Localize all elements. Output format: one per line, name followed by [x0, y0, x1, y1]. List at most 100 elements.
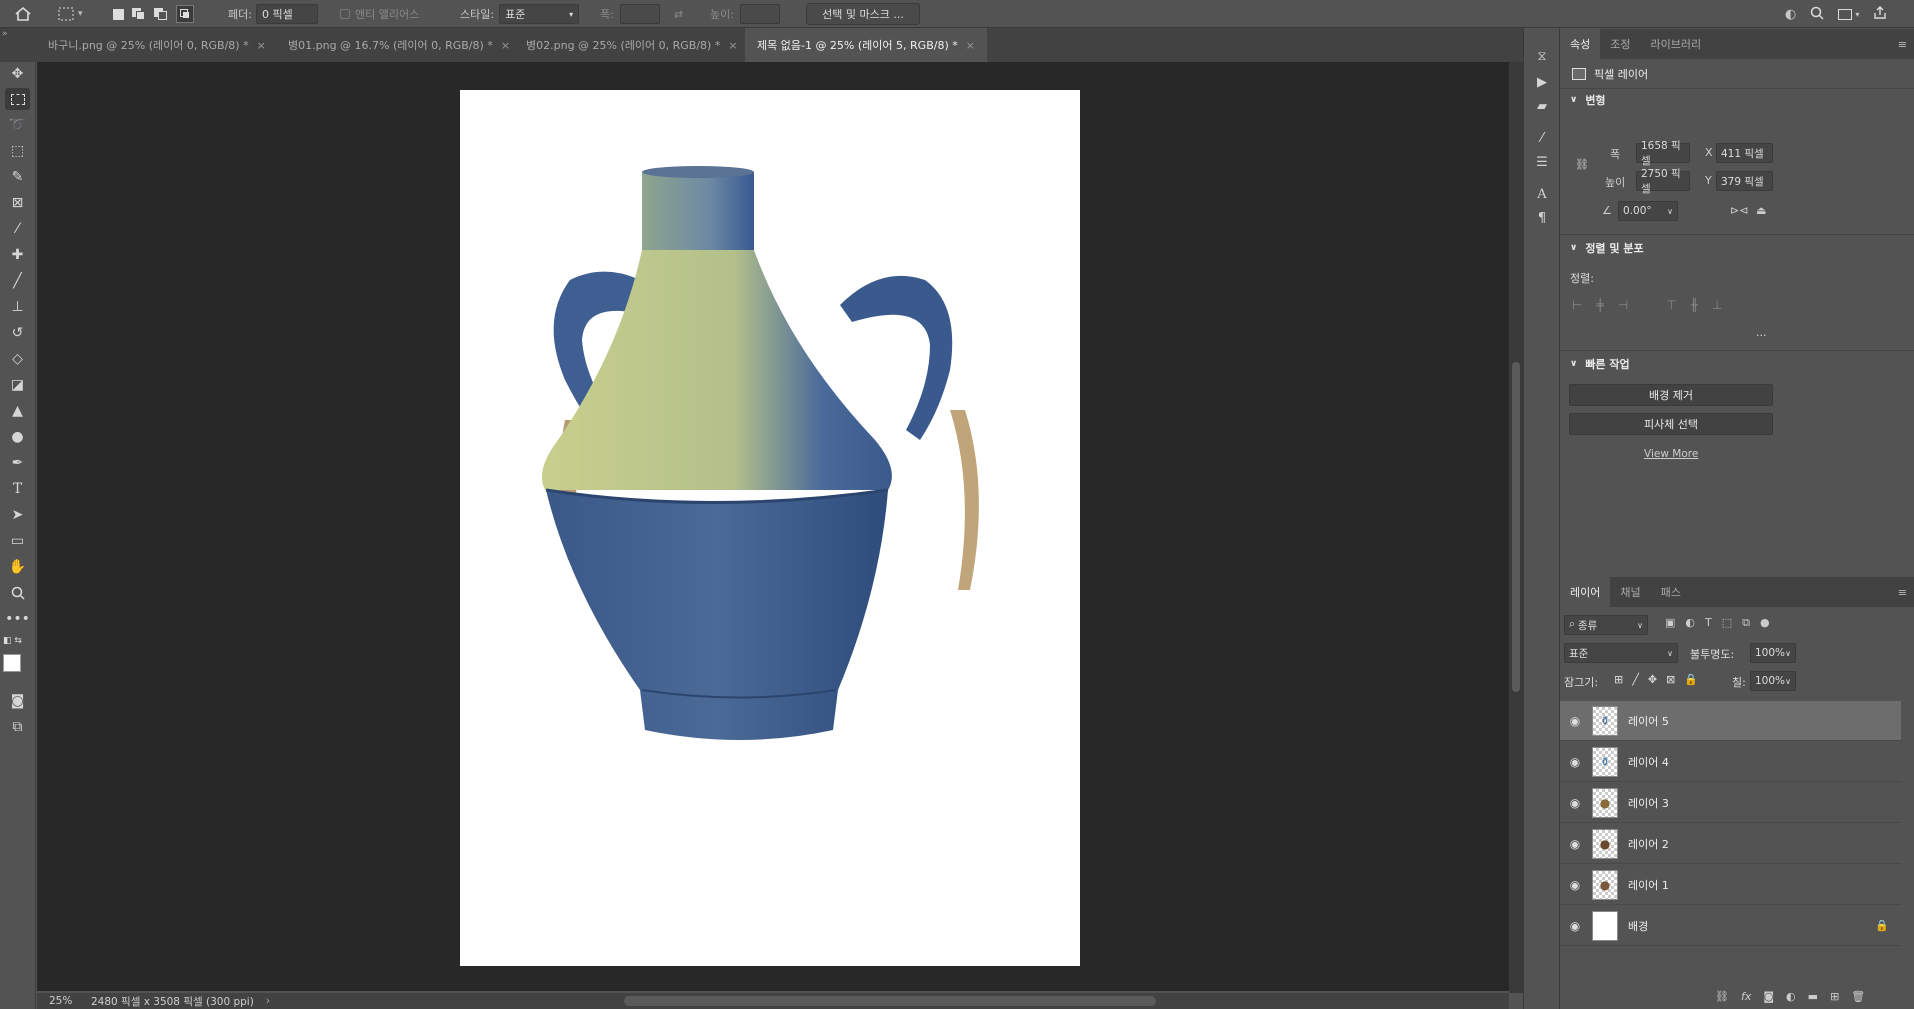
align-left-icon[interactable]: ⊢ [1572, 298, 1582, 312]
layer-row-5[interactable]: ◉ ⚱ 레이어 5 [1560, 701, 1901, 741]
tab-adjustments[interactable]: 조정 [1600, 29, 1640, 59]
tab-untitled[interactable]: 제목 없음-1 @ 25% (레이어 5, RGB/8) * × [745, 28, 987, 62]
tab-bottle02[interactable]: 병02.png @ 25% (레이어 0, RGB/8) * × [514, 28, 750, 62]
tab-layers[interactable]: 레이어 [1560, 577, 1611, 607]
angle-field[interactable]: 0.00° ∨ [1618, 201, 1678, 221]
brush-tool-icon[interactable]: ╱ [5, 270, 30, 292]
align-hcenter-icon[interactable]: ╪ [1596, 298, 1603, 312]
remove-background-button[interactable]: 배경 제거 [1569, 384, 1773, 406]
lock-icon[interactable]: 🔒 [1875, 919, 1889, 932]
layer-filter-select[interactable]: ⌕ 종류 ∨ [1564, 615, 1648, 635]
lock-pixels-icon[interactable]: ╱ [1632, 673, 1639, 686]
opacity-field[interactable]: 100% ∨ [1750, 643, 1796, 663]
blend-mode-select[interactable]: 표준 ∨ [1564, 643, 1678, 663]
crop-tool-icon[interactable]: ✎ [5, 166, 30, 188]
lock-position-icon[interactable]: ✥ [1648, 673, 1657, 686]
align-bottom-icon[interactable]: ⊥ [1712, 298, 1722, 312]
home-icon[interactable] [14, 0, 32, 28]
flip-horizontal-icon[interactable]: ⊳⊲ [1730, 204, 1748, 217]
move-tool-icon[interactable]: ✥ [5, 63, 30, 85]
eye-icon[interactable]: ◉ [1560, 837, 1590, 851]
add-selection-icon[interactable] [132, 8, 146, 20]
tab-basket[interactable]: 바구니.png @ 25% (레이어 0, RGB/8) * × [36, 28, 278, 62]
export-share-icon[interactable] [1873, 5, 1887, 23]
actions-play-icon[interactable]: ▶ [1532, 72, 1552, 92]
tab-paths[interactable]: 패스 [1651, 577, 1691, 607]
link-icon[interactable]: ⛓ [1575, 158, 1589, 171]
y-field[interactable]: 379 픽셀 [1716, 171, 1773, 191]
fill-field[interactable]: 100% ∨ [1750, 671, 1796, 691]
zoom-level[interactable]: 25% [49, 995, 87, 1007]
zoom-tool-icon[interactable] [5, 582, 30, 604]
document-canvas[interactable] [460, 90, 1080, 966]
height-field[interactable]: 2750 픽셀 [1636, 168, 1690, 195]
filter-shape-icon[interactable]: ⬚ [1722, 616, 1732, 630]
layer-name[interactable]: 레이어 3 [1628, 795, 1669, 811]
subtract-selection-icon[interactable] [154, 8, 168, 20]
delete-layer-icon[interactable]: 🗑 [1851, 990, 1865, 1003]
vertical-scroll-thumb[interactable] [1512, 362, 1520, 692]
type-tool-icon[interactable]: T [5, 478, 30, 500]
adjust-sliders-icon[interactable]: ☰ [1532, 152, 1552, 172]
layer-row-1[interactable]: ◉ ● 레이어 1 [1560, 865, 1901, 905]
select-and-mask-button[interactable]: 선택 및 마스크 ... [806, 3, 920, 25]
height-input[interactable] [739, 4, 780, 24]
width-field[interactable]: 1658 픽셀 [1636, 140, 1690, 167]
style-select[interactable]: 표준 ▾ [499, 4, 580, 24]
filter-smartobject-icon[interactable]: ⧉ [1742, 616, 1750, 630]
rect-marquee-tool-icon[interactable] [5, 88, 30, 110]
eye-icon[interactable]: ◉ [1560, 919, 1590, 933]
panel-menu-icon[interactable]: ≡ [1898, 586, 1907, 599]
workspace-icon[interactable]: ▾ [1838, 8, 1859, 20]
history-brush-tool-icon[interactable]: ↺ [5, 322, 30, 344]
filter-toggle-icon[interactable]: ● [1760, 616, 1770, 630]
layer-row-2[interactable]: ◉ ● 레이어 2 [1560, 824, 1901, 864]
foreground-color-swatch[interactable] [3, 654, 21, 672]
filter-pixel-icon[interactable]: ▣ [1665, 616, 1675, 630]
tab-properties[interactable]: 속성 [1560, 29, 1601, 59]
comments-icon[interactable]: ▰ [1532, 96, 1552, 116]
tab-bottle01[interactable]: 병01.png @ 16.7% (레이어 0, RGB/8) * × [276, 28, 522, 62]
layer-row-3[interactable]: ◉ ● 레이어 3 [1560, 783, 1901, 823]
pen-tool-icon[interactable]: ✒ [5, 452, 30, 474]
view-more-link[interactable]: View More [1644, 448, 1698, 460]
close-icon[interactable]: × [257, 39, 266, 52]
add-mask-icon[interactable]: ◙ [1763, 990, 1774, 1003]
lock-all-icon[interactable]: 🔒 [1684, 673, 1698, 686]
lock-artboard-icon[interactable]: ⊠ [1666, 673, 1675, 686]
horizontal-scroll-thumb[interactable] [624, 996, 1156, 1006]
brush-settings-icon[interactable]: ⁄ [1532, 128, 1552, 148]
antialias-checkbox[interactable] [340, 9, 350, 19]
x-field[interactable]: 411 픽셀 [1716, 143, 1773, 163]
share-user-icon[interactable]: ◐ [1785, 7, 1796, 22]
align-section-header[interactable]: ∨ 정렬 및 분포 [1570, 240, 1644, 256]
screen-mode-icon[interactable]: ⧉ [5, 716, 30, 738]
status-arrow[interactable]: › [266, 995, 270, 1007]
more-options-icon[interactable]: ... [1756, 326, 1767, 339]
dodge-tool-icon[interactable]: ● [5, 426, 30, 448]
history-icon[interactable]: ⧖ [1532, 46, 1552, 66]
healing-brush-tool-icon[interactable]: ✚ [5, 244, 30, 266]
feather-input[interactable]: 0 픽셀 [255, 4, 318, 24]
intersect-selection-icon[interactable] [176, 5, 194, 23]
search-icon[interactable] [1810, 6, 1824, 23]
layer-row-4[interactable]: ◉ ⚱ 레이어 4 [1560, 742, 1901, 782]
eye-icon[interactable]: ◉ [1560, 796, 1590, 810]
marquee-tool-preset-icon[interactable]: ▾ [58, 0, 83, 28]
new-layer-icon[interactable]: ⊞ [1830, 990, 1839, 1003]
lock-transparent-icon[interactable]: ⊞ [1614, 673, 1623, 686]
new-selection-icon[interactable] [113, 8, 124, 20]
eye-icon[interactable]: ◉ [1560, 714, 1590, 728]
tab-libraries[interactable]: 라이브러리 [1641, 29, 1712, 59]
clone-stamp-tool-icon[interactable]: ⊥ [5, 296, 30, 318]
align-vcenter-icon[interactable]: ╫ [1691, 298, 1698, 312]
filter-type-icon[interactable]: T [1705, 616, 1712, 630]
link-layers-icon[interactable]: ⛓ [1715, 990, 1729, 1003]
panel-menu-icon[interactable]: ≡ [1898, 38, 1907, 51]
lasso-tool-icon[interactable]: ➰ [5, 114, 30, 136]
transform-section-header[interactable]: ∨ 변형 [1570, 92, 1606, 108]
rectangle-tool-icon[interactable]: ▭ [5, 530, 30, 552]
width-input[interactable] [619, 4, 660, 24]
object-select-tool-icon[interactable]: ⬚ [5, 140, 30, 162]
layer-name[interactable]: 레이어 1 [1628, 877, 1669, 893]
